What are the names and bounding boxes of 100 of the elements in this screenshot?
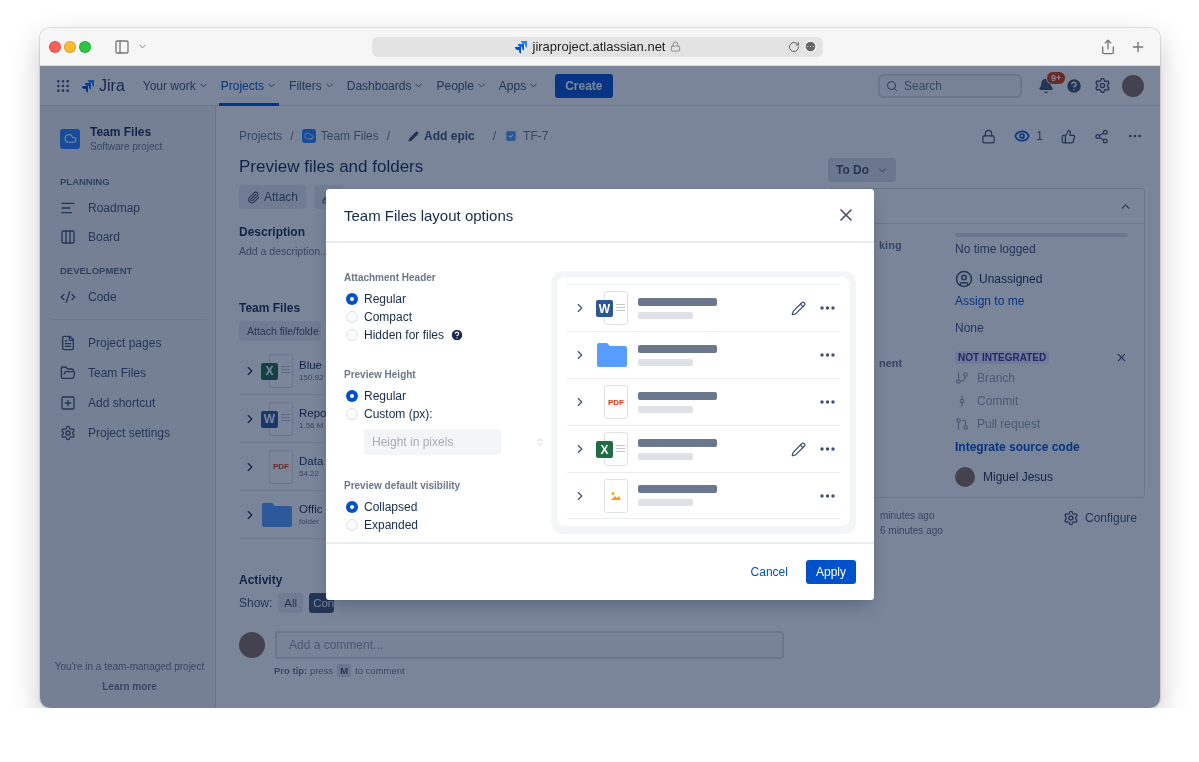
folder-icon: [596, 342, 628, 368]
radio-label[interactable]: Custom (px):: [364, 407, 433, 421]
file-name[interactable]: Offic: [299, 503, 323, 515]
filter-chip[interactable]: All: [278, 593, 304, 613]
status-dropdown[interactable]: To Do: [828, 158, 897, 182]
assign-link[interactable]: Assign to me: [955, 292, 1025, 310]
settings-icon[interactable]: [1094, 77, 1111, 94]
window-close-button[interactable]: [49, 40, 61, 53]
breadcrumb-link[interactable]: Projects: [239, 129, 283, 143]
radio-button[interactable]: [346, 390, 358, 402]
radio-label[interactable]: Regular: [364, 389, 407, 403]
dialog-title: Team Files layout options: [344, 206, 514, 224]
cancel-button[interactable]: Cancel: [740, 560, 798, 584]
eye-icon[interactable]: [1014, 128, 1031, 144]
reload-icon[interactable]: [788, 40, 800, 53]
sidebar-item[interactable]: Code: [52, 282, 207, 311]
configure-button[interactable]: Configure: [1062, 510, 1145, 526]
sidebar-item[interactable]: Board: [52, 222, 207, 251]
sidebar-item[interactable]: Project pages: [52, 328, 207, 358]
file-type-badge: X: [261, 362, 278, 380]
address-bar[interactable]: jiraproject.atlassian.net: [372, 36, 823, 57]
status-lozenge: NOT INTEGRATED: [955, 351, 1050, 364]
share-icon[interactable]: [1094, 128, 1109, 144]
more-icon[interactable]: [820, 353, 835, 357]
subtitle-placeholder-bar: [638, 452, 693, 460]
radio-button[interactable]: [346, 329, 358, 341]
radio-label[interactable]: Hidden for files: [364, 328, 445, 342]
paperclip-icon: [247, 190, 260, 204]
attach-button[interactable]: Attach: [239, 185, 307, 209]
more-icon[interactable]: [820, 400, 835, 404]
breadcrumb-separator: /: [386, 129, 391, 143]
keyboard-key: M: [337, 664, 352, 677]
url-text: jiraproject.atlassian.net: [532, 39, 666, 54]
sidebar-item[interactable]: Team Files: [52, 358, 207, 388]
breadcrumb-separator: /: [492, 129, 497, 143]
watcher-count: 1: [1036, 129, 1043, 143]
radio-label[interactable]: Regular: [364, 292, 407, 306]
search-field[interactable]: Search: [878, 73, 1022, 98]
radio-button[interactable]: [346, 311, 358, 323]
board-icon: [60, 228, 76, 245]
thumbs-up-icon[interactable]: [1061, 128, 1076, 144]
sidebar-toggle-icon[interactable]: [114, 38, 130, 55]
user-icon: [955, 270, 973, 288]
radio-button[interactable]: [346, 293, 358, 305]
description-placeholder[interactable]: Add a description..: [239, 245, 326, 257]
option-group-heading: Preview default visibility: [344, 479, 462, 493]
close-icon[interactable]: [1115, 351, 1128, 364]
radio-button[interactable]: [346, 501, 358, 513]
more-icon[interactable]: [820, 493, 835, 498]
window-zoom-button[interactable]: [79, 40, 91, 53]
breadcrumb-link[interactable]: TF-7: [504, 129, 549, 143]
radio-label[interactable]: Collapsed: [364, 500, 418, 514]
settings-icon: [60, 425, 76, 441]
logo-text: Jira: [99, 76, 125, 95]
more-icon[interactable]: [820, 447, 835, 451]
pencil-icon: [408, 130, 420, 142]
radio-label[interactable]: Compact: [364, 310, 413, 324]
jira-logo[interactable]: Jira: [81, 76, 125, 95]
breadcrumb-link[interactable]: Team Files: [301, 129, 379, 143]
timestamp: minutes ago: [880, 510, 936, 521]
file-size: 150.92: [299, 373, 324, 382]
person-name: Miguel Jesus: [983, 469, 1054, 486]
checkbox-icon: [504, 129, 519, 143]
app-switcher-icon[interactable]: [55, 77, 71, 94]
radio-button[interactable]: [346, 519, 358, 531]
field-value: No time logged: [955, 241, 1036, 258]
learn-more-link[interactable]: Learn more: [102, 681, 157, 692]
search-icon: [886, 79, 898, 92]
breadcrumb-link[interactable]: Add epic: [398, 129, 485, 143]
avatar[interactable]: [1122, 74, 1144, 97]
radio-button[interactable]: [346, 408, 358, 420]
create-button[interactable]: Create: [555, 73, 613, 98]
subtitle-placeholder-bar: [638, 358, 693, 366]
share-icon[interactable]: [1100, 38, 1116, 55]
more-icon[interactable]: [820, 306, 835, 310]
sidebar-item[interactable]: Add shortcut: [52, 388, 207, 418]
section-heading: Activity: [239, 573, 283, 587]
subtitle-placeholder-bar: [638, 499, 693, 506]
breadcrumb-separator: /: [290, 129, 294, 143]
lock-icon[interactable]: [981, 128, 997, 144]
file-name[interactable]: Data: [299, 455, 324, 467]
window-minimize-button[interactable]: [64, 40, 76, 53]
tip-text: to comment: [355, 665, 405, 676]
sidebar-item[interactable]: Project settings: [52, 418, 207, 448]
branch-icon: [955, 371, 969, 385]
folder-icon: [261, 501, 293, 528]
file-name[interactable]: Repo: [299, 407, 327, 419]
lock-icon: [670, 41, 682, 52]
section-heading: Team Files: [239, 301, 301, 315]
radio-label[interactable]: Expanded: [364, 518, 419, 532]
sidebar-item[interactable]: Roadmap: [52, 193, 207, 222]
file-type-badge: W: [261, 410, 278, 428]
help-icon[interactable]: [450, 328, 465, 342]
file-name[interactable]: Blue: [299, 359, 324, 371]
avatar: [955, 467, 975, 487]
attach-files-button[interactable]: Attach file/folde: [239, 321, 321, 341]
pull-request-icon: [955, 417, 969, 431]
more-icon[interactable]: [804, 40, 817, 53]
integrate-link[interactable]: Integrate source code: [955, 438, 1080, 456]
apply-button[interactable]: Apply: [805, 560, 856, 584]
